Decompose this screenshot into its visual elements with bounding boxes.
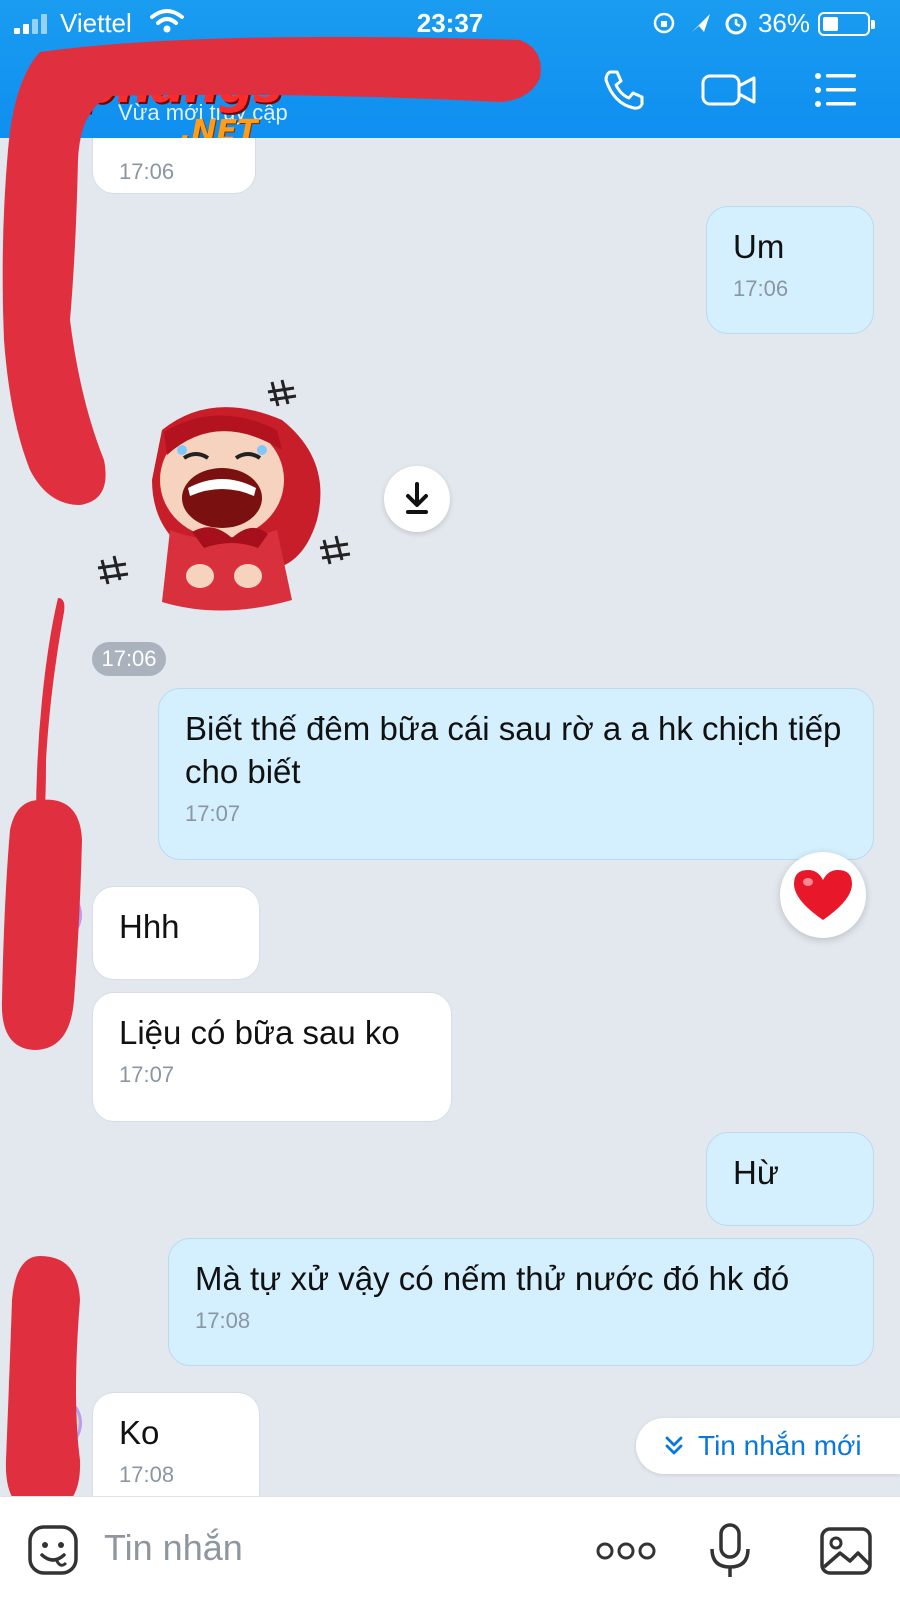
video-call-icon[interactable] — [700, 66, 758, 114]
menu-list-icon[interactable] — [812, 66, 860, 114]
emoji-sticker-icon[interactable] — [26, 1523, 82, 1579]
message-outgoing[interactable]: Mà tự xử vậy có nếm thử nước đó hk đó 17… — [168, 1238, 874, 1366]
more-options-icon[interactable] — [594, 1523, 658, 1579]
status-icons — [653, 12, 747, 35]
battery-percent: 36% — [757, 8, 810, 38]
message-outgoing[interactable]: Um 17:06 — [706, 206, 874, 334]
heart-icon — [794, 870, 852, 920]
chat-messages[interactable]: 17:06 Um 17:06 17:06 Biết thế đêm bữa cá… — [0, 138, 900, 1496]
sticker-time-chip: 17:06 — [92, 642, 166, 676]
laughing-girl-sticker[interactable] — [92, 370, 382, 630]
message-incoming[interactable]: 17:06 — [92, 138, 256, 194]
message-outgoing[interactable]: Hừ — [706, 1132, 874, 1226]
watermark-logo: Rphangs .NET — [44, 56, 283, 149]
download-button[interactable] — [384, 466, 450, 532]
new-messages-button[interactable]: Tin nhắn mới — [636, 1418, 900, 1474]
chat-header: Viettel 23:37 36% Vừa mới truy cập Rphan… — [0, 0, 900, 149]
double-chevron-down-icon — [665, 1436, 683, 1455]
message-input-field[interactable]: Tin nhắn — [104, 1527, 243, 1569]
microphone-icon[interactable] — [702, 1523, 758, 1579]
avatar[interactable] — [42, 886, 82, 944]
message-outgoing[interactable]: Biết thế đêm bữa cái sau rờ a a hk chịch… — [158, 688, 874, 860]
download-icon — [406, 482, 428, 514]
heart-reaction-button[interactable] — [780, 852, 866, 938]
phone-call-icon[interactable] — [600, 66, 648, 114]
message-input-bar: Tin nhắn — [0, 1496, 900, 1600]
message-incoming[interactable]: Hhh — [92, 886, 260, 980]
message-incoming[interactable]: Liệu có bữa sau ko 17:07 — [92, 992, 452, 1122]
message-incoming[interactable]: Ko 17:08 — [92, 1392, 260, 1496]
status-bar: Viettel 23:37 36% — [0, 0, 900, 44]
avatar[interactable] — [42, 1394, 82, 1452]
battery-icon — [818, 12, 875, 36]
image-gallery-icon[interactable] — [818, 1523, 874, 1579]
